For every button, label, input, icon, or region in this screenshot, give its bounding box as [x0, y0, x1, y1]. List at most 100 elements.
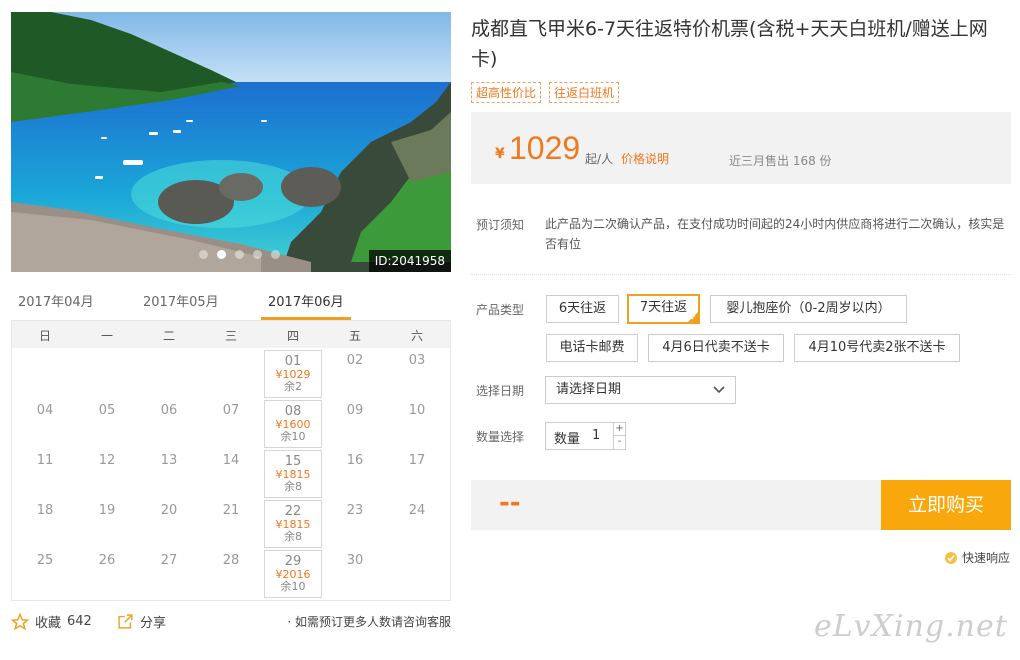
- day-number: 23: [346, 503, 364, 518]
- calendar-day: 28: [202, 550, 260, 598]
- option-apr6-no-card[interactable]: 4月6日代卖不送卡: [648, 334, 784, 362]
- option-6-days[interactable]: 6天往返: [546, 295, 619, 323]
- quantity-minus-button[interactable]: -: [613, 436, 625, 449]
- carousel-dot-active[interactable]: [217, 250, 226, 259]
- quantity-stepper: 数量 1 + -: [545, 422, 626, 450]
- day-number: 07: [222, 403, 240, 418]
- calendar-day-available[interactable]: 08 ¥1600 余10: [264, 400, 322, 448]
- quick-response-badge: 快速响应: [944, 549, 1010, 566]
- share-button[interactable]: 分享: [117, 612, 166, 631]
- day-number: 06: [160, 403, 178, 418]
- product-tags: 超高性价比 往返白班机: [471, 82, 620, 103]
- day-number: 21: [222, 503, 240, 518]
- carousel-dot[interactable]: [235, 250, 244, 259]
- sales-count: 近三月售出 168 份: [729, 154, 832, 168]
- day-number: 29: [284, 554, 302, 569]
- calendar-day: 30: [326, 550, 384, 598]
- day-number: 01: [284, 354, 302, 369]
- calendar-day: 14: [202, 450, 260, 498]
- notice-label: 预订须知: [476, 218, 525, 232]
- day-number: 03: [408, 353, 426, 368]
- day-remaining: 余8: [284, 530, 302, 543]
- calendar-day: 11: [16, 450, 74, 498]
- calendar-day: 07: [202, 400, 260, 448]
- tag-badge: 往返白班机: [549, 82, 620, 103]
- day-number: 04: [36, 403, 54, 418]
- calendar-day: 13: [140, 450, 198, 498]
- option-phone-card-postage[interactable]: 电话卡邮费: [546, 334, 638, 362]
- weekday-label: 四: [286, 329, 299, 343]
- divider: [471, 274, 1011, 275]
- total-price: --: [499, 488, 521, 518]
- calendar-day: 06: [140, 400, 198, 448]
- tab-month-june[interactable]: 2017年06月: [268, 291, 344, 310]
- carousel-dot[interactable]: [199, 250, 208, 259]
- favorite-count: 642: [67, 614, 92, 629]
- day-number: 30: [346, 553, 364, 568]
- share-label: 分享: [140, 616, 167, 631]
- option-7-days-selected[interactable]: 7天往返 ✓: [627, 294, 700, 324]
- calendar-day-available[interactable]: 15 ¥1815 余8: [264, 450, 322, 498]
- price-unit: 起/人: [585, 152, 614, 166]
- product-title: 成都直飞甲米6-7天往返特价机票(含税+天天白班机/赠送上网卡): [471, 18, 988, 70]
- quantity-label: 数量选择: [476, 430, 525, 444]
- social-row: 收藏 642 分享 · 如需预订更多人数请咨询客服: [11, 610, 451, 632]
- option-label: 7天往返: [639, 300, 688, 315]
- day-number: 28: [222, 553, 240, 568]
- day-number: 16: [346, 453, 364, 468]
- calendar-day: 23: [326, 500, 384, 548]
- calendar-day-available[interactable]: 29 ¥2016 余10: [264, 550, 322, 598]
- quantity-plus-button[interactable]: +: [613, 423, 625, 436]
- beach-photo-image: [11, 12, 451, 272]
- favorite-button[interactable]: 收藏 642: [11, 612, 92, 631]
- day-remaining: 余10: [280, 430, 306, 443]
- calendar-day: 17: [388, 450, 446, 498]
- day-number: 20: [160, 503, 178, 518]
- option-apr10-no-card[interactable]: 4月10号代卖2张不送卡: [794, 334, 960, 362]
- date-select[interactable]: 请选择日期: [545, 376, 736, 404]
- quick-response-label: 快速响应: [961, 551, 1010, 565]
- carousel-dot[interactable]: [253, 250, 262, 259]
- calendar-day-available[interactable]: 22 ¥1815 余8: [264, 500, 322, 548]
- favorite-label: 收藏: [35, 616, 62, 631]
- calendar-day: 16: [326, 450, 384, 498]
- starting-price: 1029: [509, 130, 581, 166]
- price-explanation-link[interactable]: 价格说明: [621, 150, 669, 167]
- weekday-label: 五: [348, 329, 361, 343]
- option-infant-seat[interactable]: 婴儿抱座价（0-2周岁以内）: [710, 295, 907, 323]
- weekday-label: 一: [100, 329, 113, 343]
- star-icon: [11, 612, 29, 630]
- quantity-input[interactable]: 1: [592, 428, 600, 443]
- day-number: 11: [36, 453, 54, 468]
- price-box: ¥ 1029 起/人 价格说明 近三月售出 168 份: [471, 112, 1011, 184]
- carousel-dots: [199, 250, 280, 259]
- day-remaining: 余8: [284, 480, 302, 493]
- currency-symbol: ¥: [495, 146, 505, 162]
- buy-now-button[interactable]: 立即购买: [881, 480, 1011, 530]
- calendar-weekday-header: 日 一 二 三 四 五 六: [12, 321, 450, 348]
- weekday-label: 日: [38, 329, 51, 343]
- calendar-month-tabs: 2017年04月 2017年05月 2017年06月: [11, 283, 451, 321]
- calendar-day-available[interactable]: 01 ¥1029 余2: [264, 350, 322, 398]
- calendar-day: 10: [388, 400, 446, 448]
- day-number: 10: [408, 403, 426, 418]
- calendar-day: 27: [140, 550, 198, 598]
- product-page: ID:2041958 2017年04月 2017年05月 2017年06月 日 …: [0, 0, 1020, 660]
- day-remaining: 余2: [284, 380, 302, 393]
- product-type-label: 产品类型: [476, 303, 525, 317]
- tag-badge: 超高性价比: [471, 82, 542, 103]
- tab-month-may[interactable]: 2017年05月: [143, 291, 219, 310]
- day-number: 19: [98, 503, 116, 518]
- day-number: 17: [408, 453, 426, 468]
- tab-month-april[interactable]: 2017年04月: [18, 291, 94, 310]
- day-remaining: 余10: [280, 580, 306, 593]
- quantity-field-label: 数量: [554, 432, 581, 447]
- calendar-day: 04: [16, 400, 74, 448]
- day-number: 08: [284, 404, 302, 419]
- day-number: 13: [160, 453, 178, 468]
- carousel-dot[interactable]: [271, 250, 280, 259]
- day-number: 02: [346, 353, 364, 368]
- product-photo[interactable]: ID:2041958: [11, 12, 451, 272]
- contact-service-note: · 如需预订更多人数请咨询客服: [287, 615, 451, 629]
- day-number: 18: [36, 503, 54, 518]
